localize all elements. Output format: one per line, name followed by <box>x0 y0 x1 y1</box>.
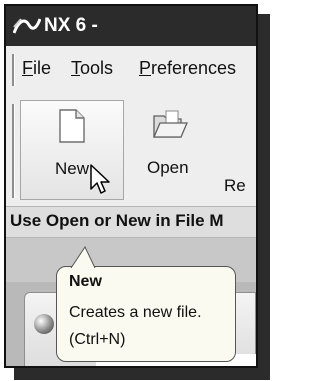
open-button[interactable]: Open <box>136 100 200 200</box>
menu-tools-label: ools <box>80 58 114 78</box>
menu-preferences[interactable]: Preferences <box>139 58 236 79</box>
menu-tools-mnemonic: T <box>71 58 80 78</box>
nx-logo-icon <box>13 18 41 34</box>
tooltip-shortcut: (Ctrl+N) <box>69 331 126 348</box>
new-file-icon <box>59 109 85 143</box>
nx-window: NX 6 - File Tools Preferences New Open R… <box>4 4 258 368</box>
title-bar[interactable]: NX 6 - <box>6 6 256 46</box>
menu-preferences-label: references <box>151 58 237 78</box>
open-button-label: Open <box>147 158 189 177</box>
new-button-label: New <box>55 159 90 178</box>
menu-tools[interactable]: Tools <box>71 58 113 79</box>
open-folder-icon <box>153 110 188 138</box>
standard-toolbar: New Open Re <box>6 96 256 206</box>
toolbar-grip[interactable] <box>12 104 14 198</box>
menu-preferences-mnemonic: P <box>139 58 152 78</box>
cue-line-text: Use Open or New in File M <box>10 211 224 230</box>
cue-line: Use Open or New in File M <box>6 206 256 238</box>
tooltip-description: Creates a new file. <box>69 304 202 321</box>
menu-file-label: ile <box>33 58 52 78</box>
mouse-cursor-icon <box>90 164 110 194</box>
tooltip-title: New <box>69 273 102 290</box>
sphere-icon[interactable] <box>34 314 54 334</box>
menu-file[interactable]: File <box>22 58 51 79</box>
menubar-grip[interactable] <box>12 54 14 86</box>
partial-toolbar-label: Re <box>224 176 246 195</box>
tooltip: New Creates a new file. (Ctrl+N) <box>56 245 236 362</box>
menu-file-mnemonic: F <box>22 58 33 78</box>
menu-bar: File Tools Preferences <box>6 46 256 97</box>
window-title: NX 6 - <box>44 15 98 36</box>
